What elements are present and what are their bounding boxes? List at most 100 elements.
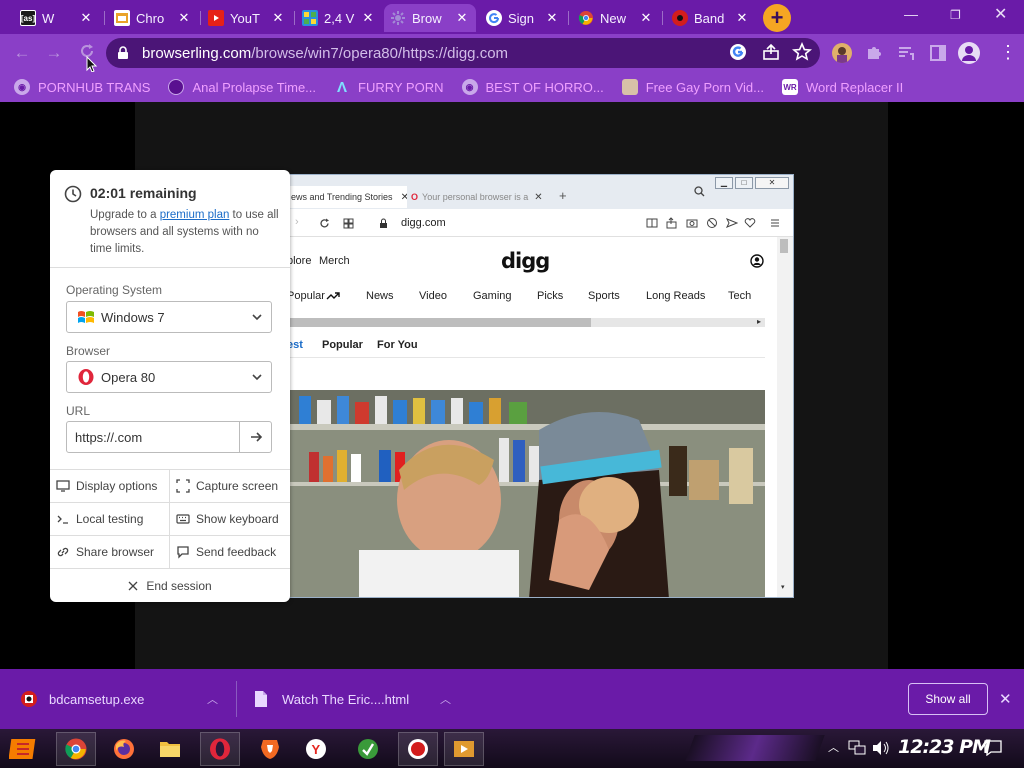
- tab-6[interactable]: New ✕: [572, 4, 660, 32]
- speed-dial-icon[interactable]: [343, 218, 354, 229]
- taskbar-yandex[interactable]: Y: [296, 732, 336, 766]
- tab-3[interactable]: 2,4 V ✕: [296, 4, 382, 32]
- remote-vertical-scrollbar[interactable]: ▾: [777, 237, 793, 597]
- category-sports[interactable]: Sports: [588, 290, 620, 302]
- system-clock[interactable]: 12:23 PM: [898, 736, 991, 758]
- account-icon[interactable]: [750, 254, 764, 268]
- capture-screen-button[interactable]: Capture screen: [170, 470, 290, 503]
- nav-explore[interactable]: plore: [289, 255, 311, 267]
- forward-button[interactable]: ›: [295, 216, 299, 228]
- adblock-icon[interactable]: [706, 217, 718, 229]
- forward-button[interactable]: →: [43, 42, 65, 64]
- taskbar-bandicam[interactable]: [398, 732, 438, 766]
- close-icon[interactable]: ✕: [454, 10, 470, 26]
- chevron-up-icon[interactable]: ︿: [440, 669, 451, 729]
- download-item-1[interactable]: Watch The Eric....html: [254, 669, 409, 729]
- share-browser-button[interactable]: Share browser: [50, 536, 170, 569]
- camera-icon[interactable]: [686, 217, 698, 229]
- subtab-popular[interactable]: Popular: [322, 339, 363, 351]
- reload-icon[interactable]: [319, 218, 330, 229]
- url-field[interactable]: https://.com: [66, 421, 272, 453]
- download-item-0[interactable]: bdcamsetup.exe: [20, 669, 144, 729]
- reading-list-icon[interactable]: [896, 43, 916, 63]
- taskbar-media[interactable]: [444, 732, 484, 766]
- category-video[interactable]: Video: [419, 290, 447, 302]
- search-icon[interactable]: [694, 186, 705, 197]
- category-scroll-thumb[interactable]: [289, 318, 591, 327]
- remote-browser-window[interactable]: ews and Trending Stories ✕ O Your person…: [288, 174, 794, 598]
- tab-7[interactable]: Band ✕: [666, 4, 756, 32]
- category-news[interactable]: News: [366, 290, 394, 302]
- taskbar-chrome[interactable]: [56, 732, 96, 766]
- address-bar[interactable]: browserling.com/browse/win7/opera80/http…: [106, 38, 820, 68]
- reader-icon[interactable]: [646, 217, 658, 229]
- tab-0[interactable]: [as] W ✕: [14, 4, 100, 32]
- close-icon[interactable]: ✕: [78, 10, 94, 26]
- bookmark-5[interactable]: WR Word Replacer II: [781, 79, 903, 95]
- bookmark-star-icon[interactable]: [792, 42, 812, 62]
- subtab-latest[interactable]: est: [289, 339, 303, 351]
- heart-icon[interactable]: [744, 217, 756, 229]
- share-icon[interactable]: [761, 42, 781, 62]
- bookmark-3[interactable]: ◉ BEST OF HORRO...: [461, 79, 604, 95]
- close-icon[interactable]: ✕: [360, 10, 376, 26]
- show-keyboard-button[interactable]: Show keyboard: [170, 503, 290, 536]
- close-icon[interactable]: ✕: [401, 192, 407, 203]
- bookmark-1[interactable]: Anal Prolapse Time...: [168, 79, 316, 95]
- profile-avatar-icon[interactable]: [958, 42, 980, 64]
- display-options-button[interactable]: Display options: [50, 470, 170, 503]
- subtab-for-you[interactable]: For You: [377, 339, 418, 351]
- taskbar-firefox[interactable]: [104, 732, 144, 766]
- bookmark-0[interactable]: ◉ PORNHUB TRANS: [14, 79, 150, 95]
- os-select[interactable]: Windows 7: [66, 301, 272, 333]
- side-panel-icon[interactable]: [928, 43, 948, 63]
- close-icon[interactable]: ✕: [270, 10, 286, 26]
- taskbar-brave[interactable]: [250, 732, 290, 766]
- remote-new-tab-button[interactable]: +: [559, 188, 567, 203]
- end-session-button[interactable]: End session: [50, 570, 290, 602]
- video-thumbnail[interactable]: [289, 390, 765, 597]
- volume-icon[interactable]: [872, 740, 890, 756]
- menu-kebab-icon[interactable]: ⋮: [998, 43, 1018, 63]
- tray-expand-icon[interactable]: ︿: [828, 739, 839, 755]
- chevron-up-icon[interactable]: ︿: [207, 669, 218, 729]
- remote-tab-digg[interactable]: ews and Trending Stories ✕: [289, 186, 407, 208]
- minimize-button[interactable]: —: [904, 6, 918, 22]
- close-icon[interactable]: ✕: [638, 10, 654, 26]
- nav-merch[interactable]: Merch: [319, 255, 350, 267]
- scroll-right-arrow[interactable]: ▸: [757, 317, 761, 326]
- browser-select[interactable]: Opera 80: [66, 361, 272, 393]
- remote-tab-browserling[interactable]: O Your personal browser is a ✕: [411, 186, 547, 208]
- tab-2[interactable]: YouT ✕: [202, 4, 292, 32]
- close-download-shelf-icon[interactable]: ✕: [999, 669, 1012, 729]
- premium-plan-link[interactable]: premium plan: [160, 209, 230, 221]
- new-tab-button[interactable]: +: [763, 4, 791, 32]
- close-icon[interactable]: ✕: [734, 10, 750, 26]
- category-tech[interactable]: Tech: [728, 290, 751, 302]
- remote-minimize-button[interactable]: ▁: [715, 177, 733, 189]
- taskbar-explorer[interactable]: [150, 732, 190, 766]
- bookmark-4[interactable]: Free Gay Porn Vid...: [621, 79, 764, 95]
- category-long-reads[interactable]: Long Reads: [646, 290, 705, 302]
- taskbar-opera[interactable]: [200, 732, 240, 766]
- lock-icon[interactable]: [379, 218, 388, 229]
- close-icon[interactable]: ✕: [544, 10, 560, 26]
- start-button[interactable]: [4, 732, 44, 766]
- lock-icon[interactable]: [116, 46, 130, 60]
- remote-close-button[interactable]: ✕: [755, 177, 789, 189]
- show-all-button[interactable]: Show all: [908, 683, 988, 715]
- tab-5[interactable]: Sign ✕: [480, 4, 566, 32]
- category-gaming[interactable]: Gaming: [473, 290, 512, 302]
- google-lens-icon[interactable]: [728, 42, 748, 62]
- network-icon[interactable]: [848, 740, 866, 756]
- extension-avatar-icon[interactable]: [832, 43, 852, 63]
- taskbar-app[interactable]: [348, 732, 388, 766]
- easy-setup-icon[interactable]: [769, 217, 781, 229]
- window-close-button[interactable]: ✕: [994, 4, 1007, 24]
- go-button[interactable]: [239, 422, 271, 452]
- local-testing-button[interactable]: Local testing: [50, 503, 170, 536]
- send-feedback-button[interactable]: Send feedback: [170, 536, 290, 569]
- tab-1[interactable]: Chro ✕: [108, 4, 198, 32]
- tab-4-active[interactable]: Brow ✕: [384, 4, 476, 32]
- extensions-puzzle-icon[interactable]: [864, 43, 884, 63]
